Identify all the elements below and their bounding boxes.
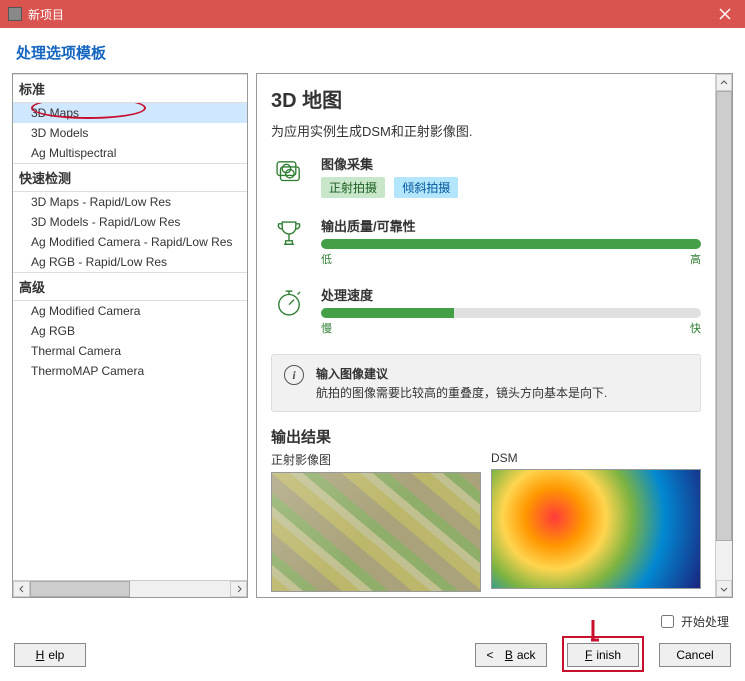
back-button[interactable]: < Back: [475, 643, 547, 667]
vertical-scrollbar[interactable]: [715, 74, 732, 597]
chevron-up-icon: [720, 79, 728, 87]
bar-slow-label: 慢: [321, 320, 332, 336]
detail-title: 3D 地图: [271, 84, 701, 113]
section-title: 处理选项模板: [0, 28, 745, 73]
help-button[interactable]: Help: [14, 643, 86, 667]
group-header-rapid: 快速检测: [13, 163, 247, 192]
horizontal-scrollbar[interactable]: [13, 580, 247, 597]
tag-ortho: 正射拍摄: [321, 177, 385, 198]
chevron-down-icon: [720, 585, 728, 593]
scroll-track[interactable]: [30, 581, 230, 597]
window-title: 新项目: [28, 6, 705, 23]
outputs-title: 输出结果: [271, 426, 701, 447]
info-icon: i: [284, 365, 304, 385]
metric-label: 处理速度: [321, 285, 701, 304]
detail-pane: 3D 地图 为应用实例生成DSM和正射影像图. 图像采集 正射拍摄 倾斜拍摄: [256, 73, 733, 598]
scroll-right-arrow[interactable]: [230, 581, 247, 597]
list-item[interactable]: 3D Models - Rapid/Low Res: [13, 212, 247, 232]
scroll-thumb[interactable]: [30, 581, 130, 597]
metric-image-acquisition: 图像采集 正射拍摄 倾斜拍摄: [271, 154, 701, 198]
chevron-right-icon: [235, 585, 243, 593]
outputs: 正射影像图 DSM: [271, 451, 701, 592]
stopwatch-icon: [271, 285, 307, 321]
group-header-advanced: 高级: [13, 272, 247, 301]
app-icon: [8, 7, 22, 21]
item-label: 3D Maps: [31, 106, 79, 120]
checkbox-label: 开始处理: [681, 613, 729, 630]
camera-stack-icon: [271, 154, 307, 190]
metric-quality: 输出质量/可靠性 低 高: [271, 216, 701, 267]
scroll-down-arrow[interactable]: [716, 580, 732, 597]
annotation-mark: [589, 618, 609, 648]
template-list-scroll: 标准 3D Maps 3D Models Ag Multispectral 快速…: [13, 74, 247, 580]
list-item[interactable]: Ag RGB: [13, 321, 247, 341]
tags: 正射拍摄 倾斜拍摄: [321, 177, 701, 198]
footer-checkbox-row: 开始处理: [0, 606, 745, 633]
list-item[interactable]: Thermal Camera: [13, 341, 247, 361]
close-icon: [719, 8, 731, 20]
list-item[interactable]: 3D Maps - Rapid/Low Res: [13, 192, 247, 212]
list-item[interactable]: ThermoMAP Camera: [13, 361, 247, 381]
scroll-track[interactable]: [716, 91, 732, 580]
list-item[interactable]: Ag Modified Camera - Rapid/Low Res: [13, 232, 247, 252]
output-dsm: DSM: [491, 451, 701, 592]
metric-speed: 处理速度 慢 快: [271, 285, 701, 336]
dialog-window: 新项目 处理选项模板 标准 3D Maps 3D Models Ag Multi…: [0, 0, 745, 681]
list-item[interactable]: Ag Multispectral: [13, 143, 247, 163]
start-processing-checkbox[interactable]: [661, 615, 674, 628]
template-list: 标准 3D Maps 3D Models Ag Multispectral 快速…: [12, 73, 248, 598]
output-label: 正射影像图: [271, 451, 481, 468]
list-item[interactable]: 3D Models: [13, 123, 247, 143]
scroll-up-arrow[interactable]: [716, 74, 732, 91]
trophy-icon: [271, 216, 307, 252]
output-ortho: 正射影像图: [271, 451, 481, 592]
list-item[interactable]: Ag Modified Camera: [13, 301, 247, 321]
window-close-button[interactable]: [705, 0, 745, 28]
list-item-3d-maps[interactable]: 3D Maps: [13, 103, 247, 123]
dsm-thumbnail: [491, 469, 701, 589]
chevron-left-icon: [18, 585, 26, 593]
metric-label: 图像采集: [321, 154, 701, 173]
info-body: 航拍的图像需要比较高的重叠度，镜头方向基本是向下.: [316, 384, 607, 401]
output-label: DSM: [491, 451, 701, 465]
detail-subtitle: 为应用实例生成DSM和正射影像图.: [271, 121, 701, 140]
finish-button[interactable]: Finish: [567, 643, 639, 667]
speed-bar: 慢 快: [321, 308, 701, 336]
tag-oblique: 倾斜拍摄: [394, 177, 458, 198]
bar-low-label: 低: [321, 251, 332, 267]
bar-fast-label: 快: [690, 320, 701, 336]
cancel-button[interactable]: Cancel: [659, 643, 731, 667]
list-item[interactable]: Ag RGB - Rapid/Low Res: [13, 252, 247, 272]
info-box: i 输入图像建议 航拍的图像需要比较高的重叠度，镜头方向基本是向下.: [271, 354, 701, 412]
info-title: 输入图像建议: [316, 365, 607, 382]
metric-label: 输出质量/可靠性: [321, 216, 701, 235]
bar-high-label: 高: [690, 251, 701, 267]
quality-bar: 低 高: [321, 239, 701, 267]
detail-scroll: 3D 地图 为应用实例生成DSM和正射影像图. 图像采集 正射拍摄 倾斜拍摄: [257, 74, 715, 597]
scroll-left-arrow[interactable]: [13, 581, 30, 597]
body: 标准 3D Maps 3D Models Ag Multispectral 快速…: [0, 73, 745, 606]
group-header-standard: 标准: [13, 74, 247, 103]
ortho-thumbnail: [271, 472, 481, 592]
button-bar: Help < Back Finish Cancel: [0, 633, 745, 681]
title-bar: 新项目: [0, 0, 745, 28]
scroll-thumb[interactable]: [716, 91, 732, 541]
